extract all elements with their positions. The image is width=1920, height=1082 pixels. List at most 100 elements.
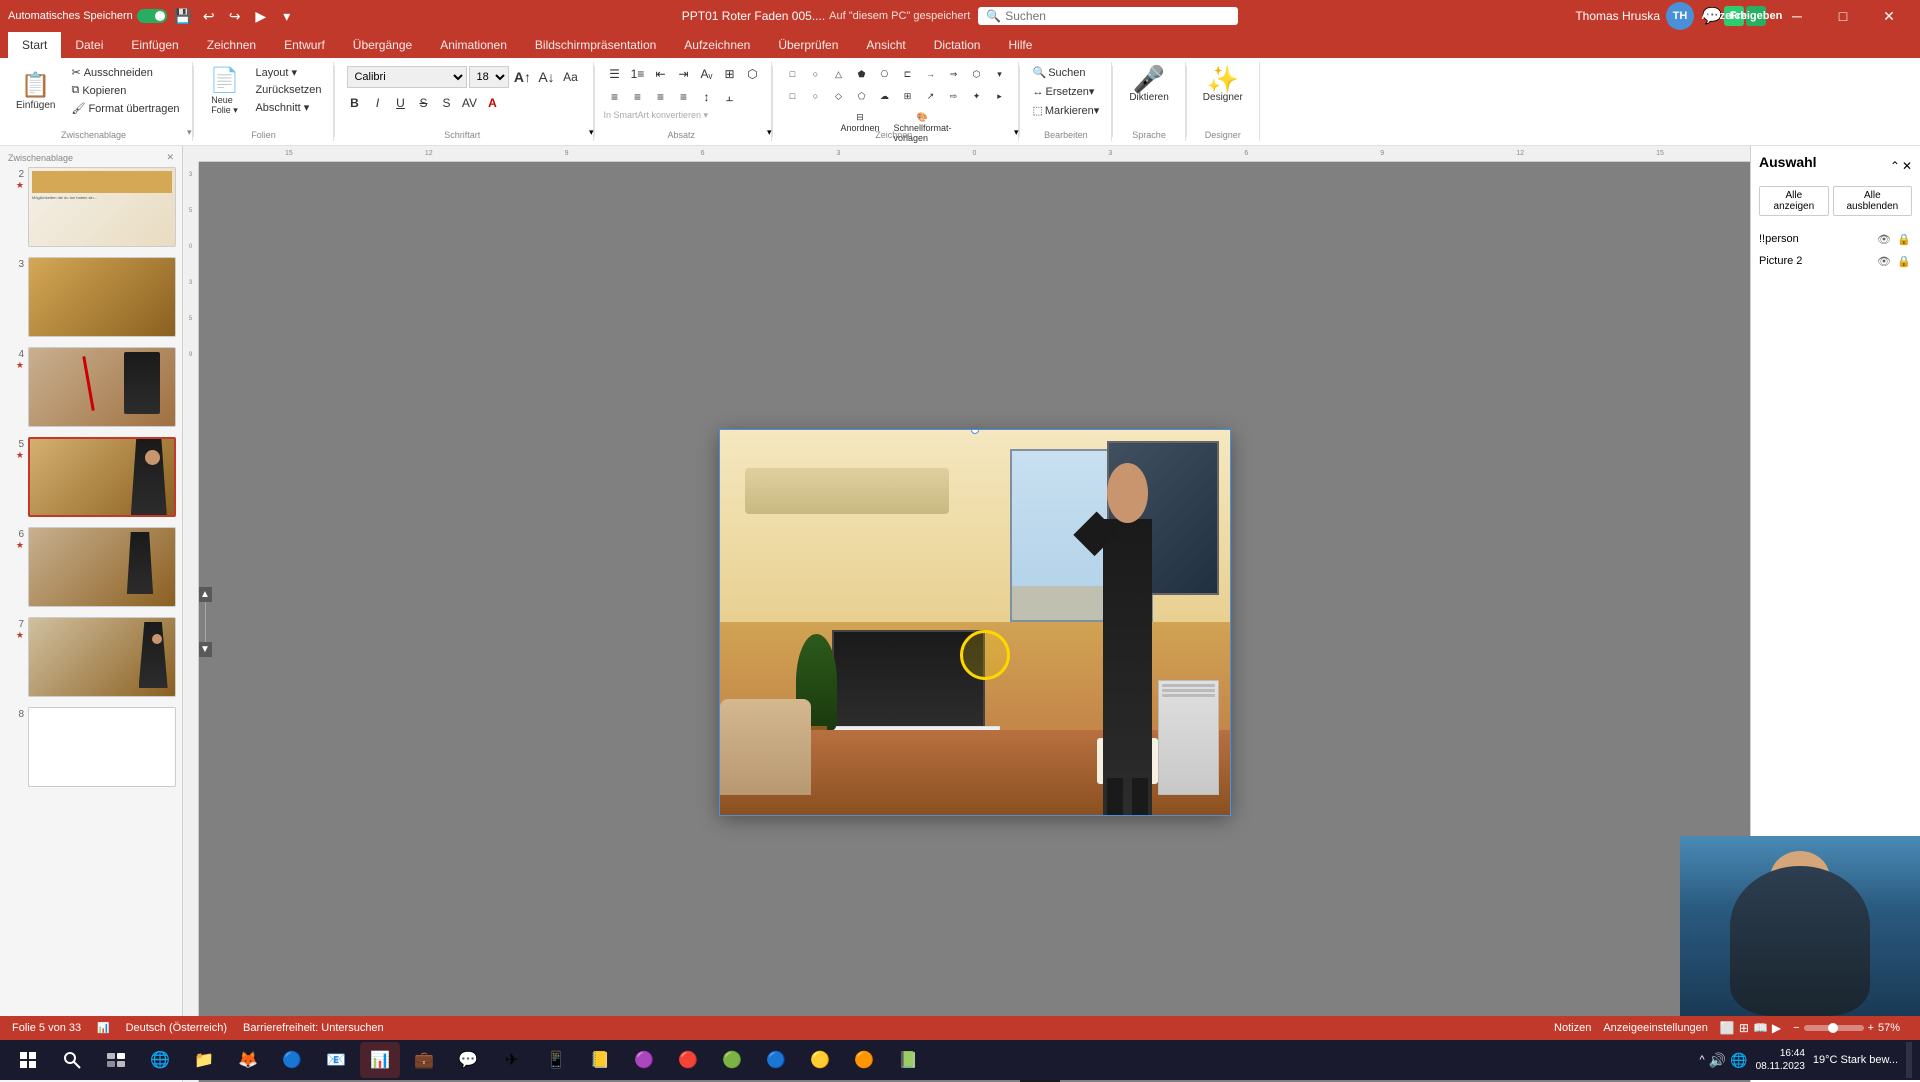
numbering-btn[interactable]: 1≡ [626,64,648,84]
close-btn[interactable]: ✕ [1866,0,1912,32]
slide-thumb-6[interactable]: 6 ★ [4,525,178,609]
shape3[interactable]: △ [827,64,849,84]
zoom-slider[interactable] [1804,1025,1864,1031]
italic-btn[interactable]: I [366,93,388,113]
explorer-btn[interactable]: 📁 [184,1042,224,1078]
app1-btn[interactable]: 🟣 [624,1042,664,1078]
redo-btn[interactable]: ↪ [225,6,245,26]
app4-btn[interactable]: 🔵 [756,1042,796,1078]
tab-start[interactable]: Start [8,32,61,58]
shape20[interactable]: ▸ [988,86,1010,106]
zoom-in-btn[interactable]: + [1868,1022,1874,1034]
app6-btn[interactable]: 🟠 [844,1042,884,1078]
reading-view-btn[interactable]: 📖 [1753,1021,1768,1035]
shape8[interactable]: ⇒ [942,64,964,84]
slide-thumb-8[interactable]: 8 [4,705,178,789]
text-direction-btn[interactable]: Aᵥ [695,64,717,84]
shape4[interactable]: ⬟ [850,64,872,84]
search-input[interactable] [1005,9,1185,23]
tab-aufzeichnen[interactable]: Aufzeichnen [670,32,764,58]
save-btn[interactable]: 💾 [173,6,193,26]
scroll-up-btn[interactable]: ▲ [199,587,212,602]
present-btn[interactable]: ▶ [251,6,271,26]
ersetzen-btn[interactable]: ↔ Ersetzen ▾ [1028,83,1103,100]
shadow-btn[interactable]: S [435,93,457,113]
undo-btn[interactable]: ↩ [199,6,219,26]
outlook-btn[interactable]: 📧 [316,1042,356,1078]
tab-einfuegen[interactable]: Einfügen [117,32,192,58]
indent-less-btn[interactable]: ⇤ [649,64,671,84]
autosave-toggle[interactable] [137,9,167,23]
shape6[interactable]: ⊏ [896,64,918,84]
font-grow-btn[interactable]: A↑ [511,67,533,87]
visibility-icon-person[interactable]: 👁 [1876,231,1892,247]
display-settings-btn[interactable]: Anzeigeeinstellungen [1603,1022,1708,1034]
telegram-btn[interactable]: ✈ [492,1042,532,1078]
smartart-btn[interactable]: ⬡ [741,64,763,84]
search-bar[interactable]: 🔍 [978,7,1238,25]
show-all-btn[interactable]: Alle anzeigen [1759,186,1829,216]
tab-entwurf[interactable]: Entwurf [270,32,339,58]
tab-datei[interactable]: Datei [61,32,117,58]
zuruecksetzen-btn[interactable]: Zurücksetzen [251,82,325,98]
text-align-vert-btn[interactable]: ⊞ [718,64,740,84]
designer-btn[interactable]: ✨ Designer [1195,64,1251,105]
tab-uebergaenge[interactable]: Übergänge [339,32,426,58]
justify-btn[interactable]: ≡ [672,87,694,107]
normal-view-btn[interactable]: ⬜ [1720,1021,1735,1035]
hide-all-btn[interactable]: Alle ausblenden [1833,186,1912,216]
present-share-btn[interactable]: Freigeben [1746,6,1766,26]
maximize-btn[interactable]: □ [1820,0,1866,32]
font-size-select[interactable]: 18 [469,66,509,88]
shape2[interactable]: ○ [804,64,826,84]
customize-btn[interactable]: ▾ [277,6,297,26]
slide-sorter-btn[interactable]: ⊞ [1739,1021,1749,1035]
tab-zeichnen[interactable]: Zeichnen [193,32,270,58]
align-right-btn[interactable]: ≡ [649,87,671,107]
shape17[interactable]: ↗ [919,86,941,106]
shape16[interactable]: ⊞ [896,86,918,106]
spacing-btn[interactable]: AV [458,93,480,113]
bold-btn[interactable]: B [343,93,365,113]
skype-btn[interactable]: 💬 [448,1042,488,1078]
line-spacing-btn[interactable]: ↕ [695,87,717,107]
slide-thumb-4[interactable]: 4 ★ [4,345,178,429]
shape14[interactable]: ⬠ [850,86,872,106]
scroll-down-btn[interactable]: ▼ [199,642,212,657]
align-left-btn[interactable]: ≡ [603,87,625,107]
shape1[interactable]: □ [781,64,803,84]
tab-animationen[interactable]: Animationen [426,32,521,58]
panel-close-btn[interactable]: ✕ [1902,159,1912,173]
font-shrink-btn[interactable]: A↓ [535,67,557,87]
abschnitt-btn[interactable]: Abschnitt ▾ [251,99,325,116]
app3-btn[interactable]: 🟢 [712,1042,752,1078]
zoom-handle[interactable] [1828,1023,1838,1033]
einfuegen-btn[interactable]: 📋 Einfügen [8,69,63,113]
suchen-btn[interactable]: 🔍 Suchen [1028,64,1103,81]
canvas-area[interactable]: Alwaysbe happy [199,162,1750,1082]
chrome-btn[interactable]: 🔵 [272,1042,312,1078]
kopieren-btn[interactable]: ⧉ Kopieren [67,82,183,99]
align-center-btn[interactable]: ≡ [626,87,648,107]
taskview-btn[interactable] [96,1042,136,1078]
shape15[interactable]: ☁ [873,86,895,106]
shape9[interactable]: ⬡ [965,64,987,84]
powerpoint-btn[interactable]: 📊 [360,1042,400,1078]
tab-ansicht[interactable]: Ansicht [852,32,919,58]
columns-btn[interactable]: ⫠ [718,87,740,107]
user-avatar[interactable]: TH [1666,2,1694,30]
shape7[interactable]: → [919,64,941,84]
lock-icon-picture2[interactable]: 🔒 [1896,253,1912,269]
minimize-btn[interactable]: ─ [1774,0,1820,32]
shape5[interactable]: ⎔ [873,64,895,84]
diktieren-btn[interactable]: 🎤 Diktieren [1121,64,1176,105]
shape12[interactable]: ○ [804,86,826,106]
whatsapp-btn[interactable]: 📱 [536,1042,576,1078]
panel-collapse-btn[interactable]: ⌃ [1890,159,1900,173]
weather-widget[interactable]: 19°C Stark bew... [1813,1054,1898,1066]
firefox-btn[interactable]: 🦊 [228,1042,268,1078]
search-taskbar-btn[interactable] [52,1042,92,1078]
format-uebertragen-btn[interactable]: 🖌 Format übertragen [67,100,183,117]
show-desktop-btn[interactable] [1906,1042,1912,1078]
tab-hilfe[interactable]: Hilfe [994,32,1046,58]
